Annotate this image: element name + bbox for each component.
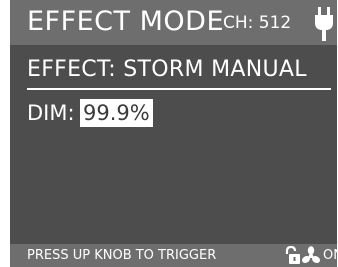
display-screen: EFFECT MODE CH: 512 EFFECT: STORM MANUAL… xyxy=(10,0,337,267)
fan-status: ON xyxy=(323,248,337,263)
header-bar: EFFECT MODE CH: 512 xyxy=(10,0,337,45)
power-plug-icon xyxy=(315,7,333,41)
page-title: EFFECT MODE xyxy=(27,6,225,37)
channel-indicator: CH: 512 xyxy=(223,13,292,33)
dim-label: DIM: xyxy=(27,101,75,125)
divider xyxy=(27,88,331,90)
footer-bar: PRESS UP KNOB TO TRIGGER ON xyxy=(10,244,337,267)
dim-value-field[interactable]: 99.9% xyxy=(80,99,153,127)
unlocked-padlock-icon xyxy=(285,246,300,264)
effect-selection[interactable]: EFFECT: STORM MANUAL xyxy=(27,56,307,84)
fan-icon xyxy=(302,246,320,263)
trigger-hint: PRESS UP KNOB TO TRIGGER xyxy=(27,248,217,263)
